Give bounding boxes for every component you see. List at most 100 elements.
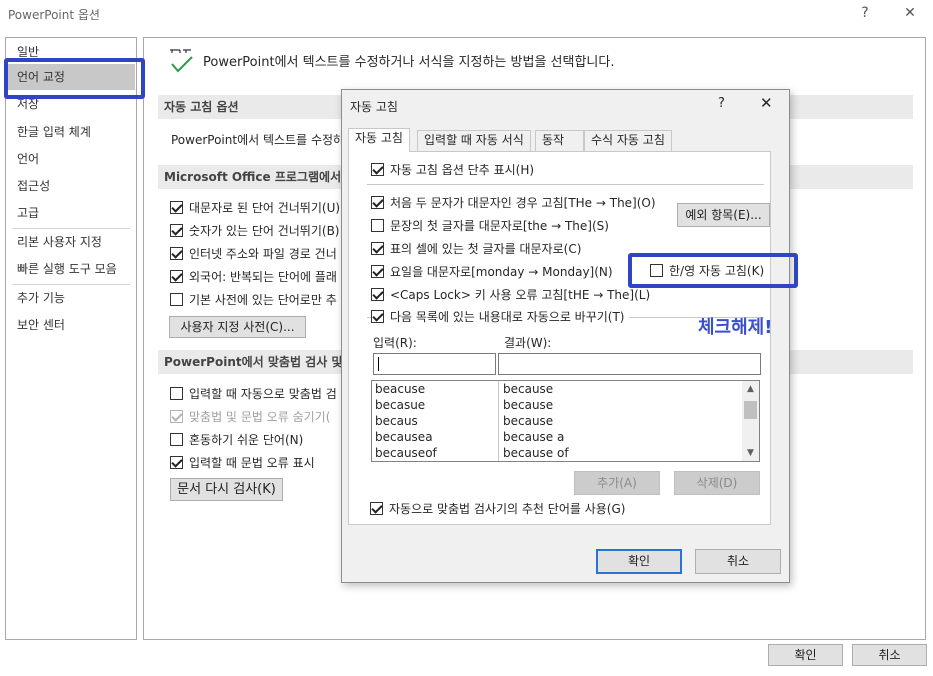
nav-item-korean-input[interactable]: 한글 입력 체계 bbox=[7, 119, 135, 145]
nav-item-quick-access[interactable]: 빠른 실행 도구 모음 bbox=[7, 256, 135, 282]
option-ignore-internet[interactable]: 인터넷 주소와 파일 경로 건너 bbox=[170, 245, 337, 263]
with-result-field[interactable] bbox=[498, 353, 761, 375]
window-close-icon[interactable]: ✕ bbox=[900, 3, 920, 23]
option-caps-lock[interactable]: <Caps Lock> 키 사용 오류 고침[tHE → The](L) bbox=[371, 286, 650, 304]
options-ok-button[interactable]: 확인 bbox=[768, 644, 843, 666]
result-label: 결과(W): bbox=[504, 336, 552, 350]
option-flag-repeated[interactable]: 외국어: 반복되는 단어에 플래 bbox=[170, 268, 337, 286]
options-nav: 일반 언어 교정 저장 한글 입력 체계 언어 접근성 고급 리본 사용자 지정… bbox=[5, 37, 137, 640]
list-item-from: becaus bbox=[375, 414, 418, 428]
text-cursor bbox=[378, 357, 379, 371]
option-main-dictionary[interactable]: 기본 사전에 있는 단어로만 추 bbox=[170, 291, 337, 309]
checkbox[interactable] bbox=[371, 265, 384, 278]
dialog-title: 자동 고침 bbox=[350, 100, 398, 114]
nav-item-advanced[interactable]: 고급 bbox=[7, 200, 135, 226]
option-label: 자동 고침 옵션 단추 표시(H) bbox=[390, 163, 535, 177]
dialog-close-icon[interactable]: ✕ bbox=[760, 94, 773, 112]
autocorrect-description: PowerPoint에서 텍스트를 수정하 bbox=[171, 133, 345, 147]
list-item[interactable]: beacuse because bbox=[372, 381, 743, 397]
highlight-box-nav bbox=[4, 58, 145, 99]
option-label: 자동으로 맞춤법 검사기의 추천 단어를 사용(G) bbox=[389, 502, 626, 516]
list-item-to: because a bbox=[503, 430, 565, 444]
option-label: <Caps Lock> 키 사용 오류 고침[tHE → The](L) bbox=[390, 288, 651, 302]
checkbox[interactable] bbox=[170, 247, 183, 260]
checkbox[interactable] bbox=[170, 201, 183, 214]
option-two-initial-caps[interactable]: 처음 두 문자가 대문자인 경우 고침[THe → The](O) bbox=[371, 194, 656, 212]
highlight-box-hanyoung bbox=[628, 253, 798, 288]
replace-input-field[interactable] bbox=[373, 353, 496, 375]
checkbox[interactable] bbox=[170, 270, 183, 283]
dialog-ok-button[interactable]: 확인 bbox=[596, 549, 682, 574]
proofing-check-icon bbox=[166, 46, 196, 79]
option-ignore-uppercase[interactable]: 대문자로 된 단어 건너뛰기(U) bbox=[170, 199, 340, 217]
nav-item-trust-center[interactable]: 보안 센터 bbox=[7, 312, 135, 338]
list-item-from: becauseof bbox=[375, 446, 437, 460]
annotation-text: 체크해제! bbox=[698, 317, 773, 338]
option-label: 외국어: 반복되는 단어에 플래 bbox=[189, 270, 337, 284]
checkbox[interactable] bbox=[170, 433, 183, 446]
help-icon[interactable]: ? bbox=[855, 3, 875, 23]
dialog-help-icon[interactable]: ? bbox=[718, 96, 725, 111]
option-label: 기본 사전에 있는 단어로만 추 bbox=[189, 293, 337, 307]
tab-math-autocorrect[interactable]: 수식 자동 고침 bbox=[584, 130, 672, 151]
checkbox[interactable] bbox=[170, 224, 183, 237]
nav-item-addins[interactable]: 추가 기능 bbox=[7, 285, 135, 311]
list-item[interactable]: becaus because bbox=[372, 413, 743, 429]
list-scrollbar[interactable]: ▲ ▼ bbox=[742, 381, 759, 461]
checkbox[interactable] bbox=[170, 293, 183, 306]
checkbox[interactable] bbox=[371, 163, 384, 176]
panel-header-text: PowerPoint에서 텍스트를 수정하거나 서식을 지정하는 방법을 선택합… bbox=[203, 55, 615, 70]
checkbox[interactable] bbox=[170, 456, 183, 469]
option-replace-text[interactable]: 다음 목록에 있는 내용대로 자동으로 바꾸기(T) bbox=[371, 308, 629, 326]
option-grammar-errors[interactable]: 입력할 때 문법 오류 표시 bbox=[170, 454, 315, 472]
divider bbox=[367, 184, 764, 185]
option-show-buttons[interactable]: 자동 고침 옵션 단추 표시(H) bbox=[371, 161, 534, 179]
scroll-down-icon[interactable]: ▼ bbox=[742, 445, 759, 461]
scroll-up-icon[interactable]: ▲ bbox=[742, 381, 759, 397]
list-item[interactable]: becausea because a bbox=[372, 429, 743, 445]
list-item-to: because of bbox=[503, 446, 569, 460]
checkbox[interactable] bbox=[371, 196, 384, 209]
list-item-to: because bbox=[503, 382, 554, 396]
nav-item-language[interactable]: 언어 bbox=[7, 146, 135, 172]
scroll-thumb[interactable] bbox=[744, 401, 757, 419]
tab-autocorrect[interactable]: 자동 고침 bbox=[348, 128, 410, 152]
checkbox[interactable] bbox=[370, 502, 383, 515]
option-label: 처음 두 문자가 대문자인 경우 고침[THe → The](O) bbox=[390, 196, 656, 210]
custom-dictionary-button[interactable]: 사용자 지정 사전(C)... bbox=[169, 316, 306, 338]
option-label: 다음 목록에 있는 내용대로 자동으로 바꾸기(T) bbox=[390, 310, 625, 324]
list-item-from: beacuse bbox=[375, 382, 426, 396]
option-ignore-numbers[interactable]: 숫자가 있는 단어 건너뛰기(B) bbox=[170, 222, 339, 240]
list-item[interactable]: becauseof because of bbox=[372, 445, 743, 461]
option-label: 인터넷 주소와 파일 경로 건너 bbox=[189, 247, 337, 261]
option-check-spelling[interactable]: 입력할 때 자동으로 맞춤법 검 bbox=[170, 385, 337, 403]
tab-autoformat-as-you-type[interactable]: 입력할 때 자동 서식 bbox=[417, 130, 531, 151]
recheck-document-button[interactable]: 문서 다시 검사(K) bbox=[170, 478, 283, 501]
replacement-list[interactable]: beacuse because becasue because becaus beca… bbox=[371, 380, 760, 462]
exceptions-button[interactable]: 예외 항목(E)... bbox=[677, 203, 770, 227]
checkbox[interactable] bbox=[371, 310, 384, 323]
option-confusable-words[interactable]: 혼동하기 쉬운 단어(N) bbox=[170, 431, 303, 449]
checkbox[interactable] bbox=[371, 288, 384, 301]
option-label: 숫자가 있는 단어 건너뛰기(B) bbox=[189, 224, 340, 238]
nav-item-customize-ribbon[interactable]: 리본 사용자 지정 bbox=[7, 229, 135, 255]
option-label: 요일을 대문자로[monday → Monday](N) bbox=[390, 265, 613, 279]
nav-item-accessibility[interactable]: 접근성 bbox=[7, 173, 135, 199]
option-capitalize-days[interactable]: 요일을 대문자로[monday → Monday](N) bbox=[371, 263, 613, 281]
checkbox[interactable] bbox=[371, 242, 384, 255]
option-label: 입력할 때 자동으로 맞춤법 검 bbox=[189, 387, 337, 401]
option-label: 맞춤법 및 문법 오류 숨기기( bbox=[189, 410, 331, 424]
tab-actions[interactable]: 동작 bbox=[535, 130, 584, 151]
list-item[interactable]: becasue because bbox=[372, 397, 743, 413]
option-capitalize-sentences[interactable]: 문장의 첫 글자를 대문자로[the → The](S) bbox=[371, 217, 609, 235]
options-cancel-button[interactable]: 취소 bbox=[852, 644, 927, 666]
option-label: 표의 셀에 있는 첫 글자를 대문자로(C) bbox=[390, 242, 582, 256]
option-capitalize-table-cells[interactable]: 표의 셀에 있는 첫 글자를 대문자로(C) bbox=[371, 240, 581, 258]
option-use-suggestions[interactable]: 자동으로 맞춤법 검사기의 추천 단어를 사용(G) bbox=[370, 500, 625, 518]
checkbox[interactable] bbox=[170, 387, 183, 400]
checkbox[interactable] bbox=[371, 219, 384, 232]
option-hide-errors: 맞춤법 및 문법 오류 숨기기( bbox=[170, 408, 330, 426]
option-label: 혼동하기 쉬운 단어(N) bbox=[189, 433, 304, 447]
dialog-cancel-button[interactable]: 취소 bbox=[695, 549, 781, 574]
checkbox bbox=[170, 410, 183, 423]
